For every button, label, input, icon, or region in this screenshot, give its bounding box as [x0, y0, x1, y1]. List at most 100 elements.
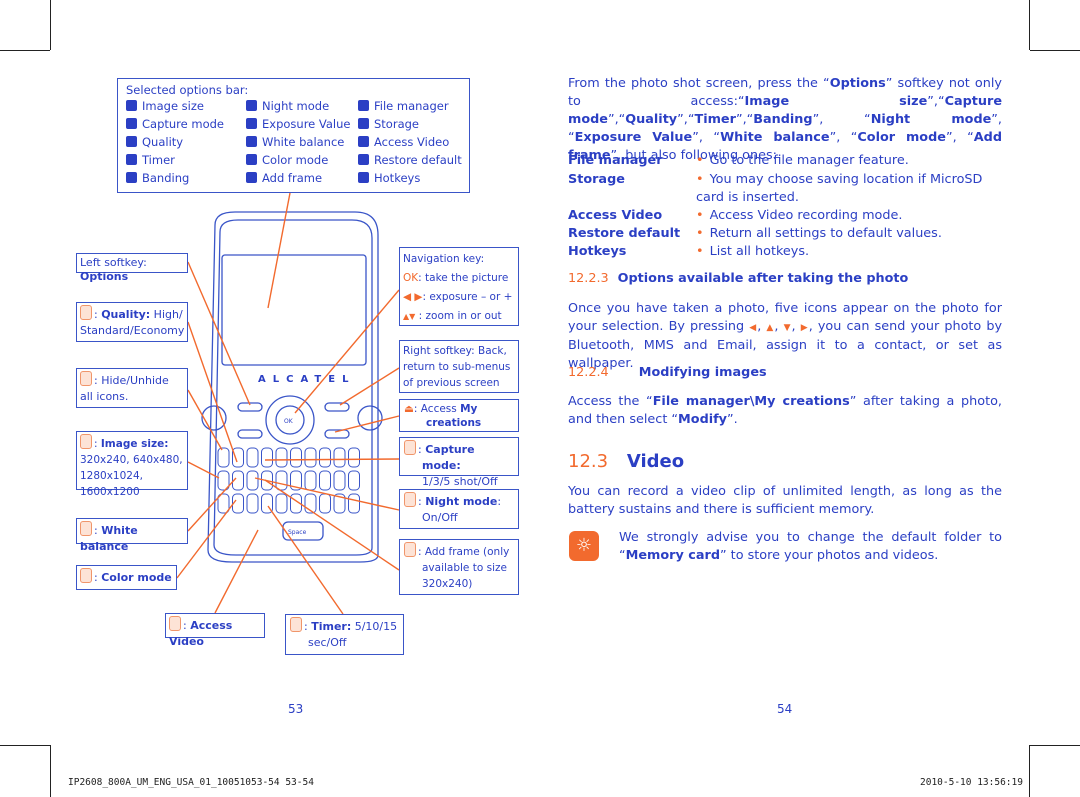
callout-left-softkey: Left softkey: Options [76, 253, 188, 283]
section-title: Modifying images [638, 365, 767, 380]
callout-access-video: : Access Video [165, 613, 265, 648]
text-segment: ”, “ [945, 130, 974, 145]
definition-desc: You may choose saving location if MicroS… [696, 171, 1002, 207]
option-label: Timer [142, 153, 175, 167]
keyboard-key [348, 447, 360, 468]
bold-term: White balance [720, 130, 830, 145]
page-number-right: 54 [777, 702, 793, 716]
keyboard-key [217, 447, 230, 468]
option-label: Restore default [374, 153, 462, 167]
camera-key-icon: ⏏ [404, 403, 414, 415]
option-item: Access Video [358, 133, 462, 151]
option-label: Storage [374, 117, 419, 131]
keyboard-key [304, 447, 317, 468]
definition-term: Access Video [568, 208, 663, 223]
bold-term: Options [829, 76, 886, 91]
callout-night-mode: : Night mode: On/Off [399, 489, 519, 529]
option-item: White balance [246, 133, 350, 151]
bold-term: Quality [625, 112, 678, 127]
option-item: Timer [126, 151, 224, 169]
callout-text: : exposure – or + [422, 291, 513, 303]
up-down-arrows-icon: ▲▼ [403, 312, 416, 321]
callout-right-softkey: Right softkey: Back, return to sub-menus… [399, 340, 519, 393]
storage-icon [358, 118, 369, 129]
exposure-value-icon [246, 118, 257, 129]
text-segment: ” to store your photos and videos. [719, 548, 939, 563]
space-key-label: Space [288, 529, 307, 536]
keyboard-key [275, 493, 288, 514]
phone-brand: ALCATEL [258, 374, 355, 385]
text-segment: , [774, 319, 784, 334]
section-title: Options available after taking the photo [617, 271, 909, 286]
bold-term: Image size [744, 94, 928, 109]
hotkeys-icon [358, 172, 369, 183]
definition-term: File manager [568, 153, 663, 168]
callout-add-frame: : Add frame (only available to size 320x… [399, 539, 519, 595]
quality-icon [126, 136, 137, 147]
definition-term: Hotkeys [568, 244, 627, 259]
callout-text: : zoom in or out [418, 310, 502, 322]
section-number: 12.3 [568, 451, 609, 472]
selected-options-bar: Selected options bar: Image size Capture … [117, 78, 470, 193]
option-item: Capture mode [126, 115, 224, 133]
callout-access-my-creations: ⏏: Access My creations [399, 399, 519, 432]
option-item: Quality [126, 133, 224, 151]
keyboard-key [246, 447, 259, 468]
bold-term: Timer [694, 112, 736, 127]
heading-12-3: 12.3 Video [568, 451, 684, 472]
white-balance-icon [246, 136, 257, 147]
bold-term: Color mode [857, 130, 946, 145]
keyboard-key [304, 470, 317, 491]
callout-bold: Color mode [101, 571, 172, 584]
definition-term: Storage [568, 172, 625, 187]
option-label: Hotkeys [374, 171, 421, 185]
callout-bold: Options [80, 270, 129, 283]
key-f-icon [404, 542, 416, 557]
restore-default-icon [358, 154, 369, 165]
down-arrow-icon: ▼ [783, 323, 792, 333]
key-w-icon [80, 305, 92, 320]
callout-navigation-key: Navigation key: OK: take the picture ◀ ▶… [399, 247, 519, 326]
keyboard-key [319, 447, 331, 468]
option-label: File manager [374, 99, 449, 113]
keyboard-key [290, 447, 302, 468]
footer-file-info: IP2608_800A_UM_ENG_USA_01_10051053-54 53… [68, 777, 314, 788]
keyboard-key [348, 493, 360, 514]
section-number: 12.2.4 [568, 365, 609, 380]
paragraph-12-3: You can record a video clip of unlimited… [568, 484, 1002, 517]
option-item: Banding [126, 169, 224, 187]
text-segment: ”,“ [607, 112, 626, 127]
option-item: Add frame [246, 169, 350, 187]
capture-mode-icon [126, 118, 137, 129]
callout-hide: : Hide/Unhide all icons. [76, 368, 188, 408]
bold-term: Banding [753, 112, 813, 127]
callout-text: Right softkey: Back, return to sub-menus… [403, 345, 511, 389]
callout-timer: : Timer: 5/10/15 sec/Off [285, 614, 404, 655]
text-segment: , [791, 319, 801, 334]
paragraph-12-2-4: Access the “File manager\My creations” a… [568, 393, 1002, 429]
callout-label: Left softkey: [80, 256, 147, 269]
callout-bold: Capture mode: [422, 443, 475, 472]
text-segment: From the photo shot screen, press the “ [568, 76, 830, 91]
callout-text: : Add frame (only available to size 320x… [418, 546, 510, 590]
text-segment: ”,“ [927, 94, 945, 109]
heading-12-2-4: 12.2.4 Modifying images [568, 365, 767, 380]
text-segment: ”. [727, 412, 738, 427]
callout-title: Navigation key: [403, 253, 485, 265]
option-item: Exposure Value [246, 115, 350, 133]
text-segment: ”,“ [677, 112, 695, 127]
callout-text: : take the picture [418, 272, 509, 284]
callout-bold: Night mode [425, 495, 498, 508]
color-mode-icon [246, 154, 257, 165]
option-label: White balance [262, 135, 345, 149]
option-item: Image size [126, 97, 224, 115]
option-label: Add frame [262, 171, 323, 185]
section-number: 12.2.3 [568, 271, 609, 286]
section-title: Video [626, 451, 685, 472]
keyboard-key [333, 470, 346, 491]
keyboard-key [319, 470, 331, 491]
keyboard-key [275, 447, 288, 468]
key-a-icon [80, 434, 92, 449]
key-c-icon [290, 617, 302, 632]
key-z-icon [80, 568, 92, 583]
